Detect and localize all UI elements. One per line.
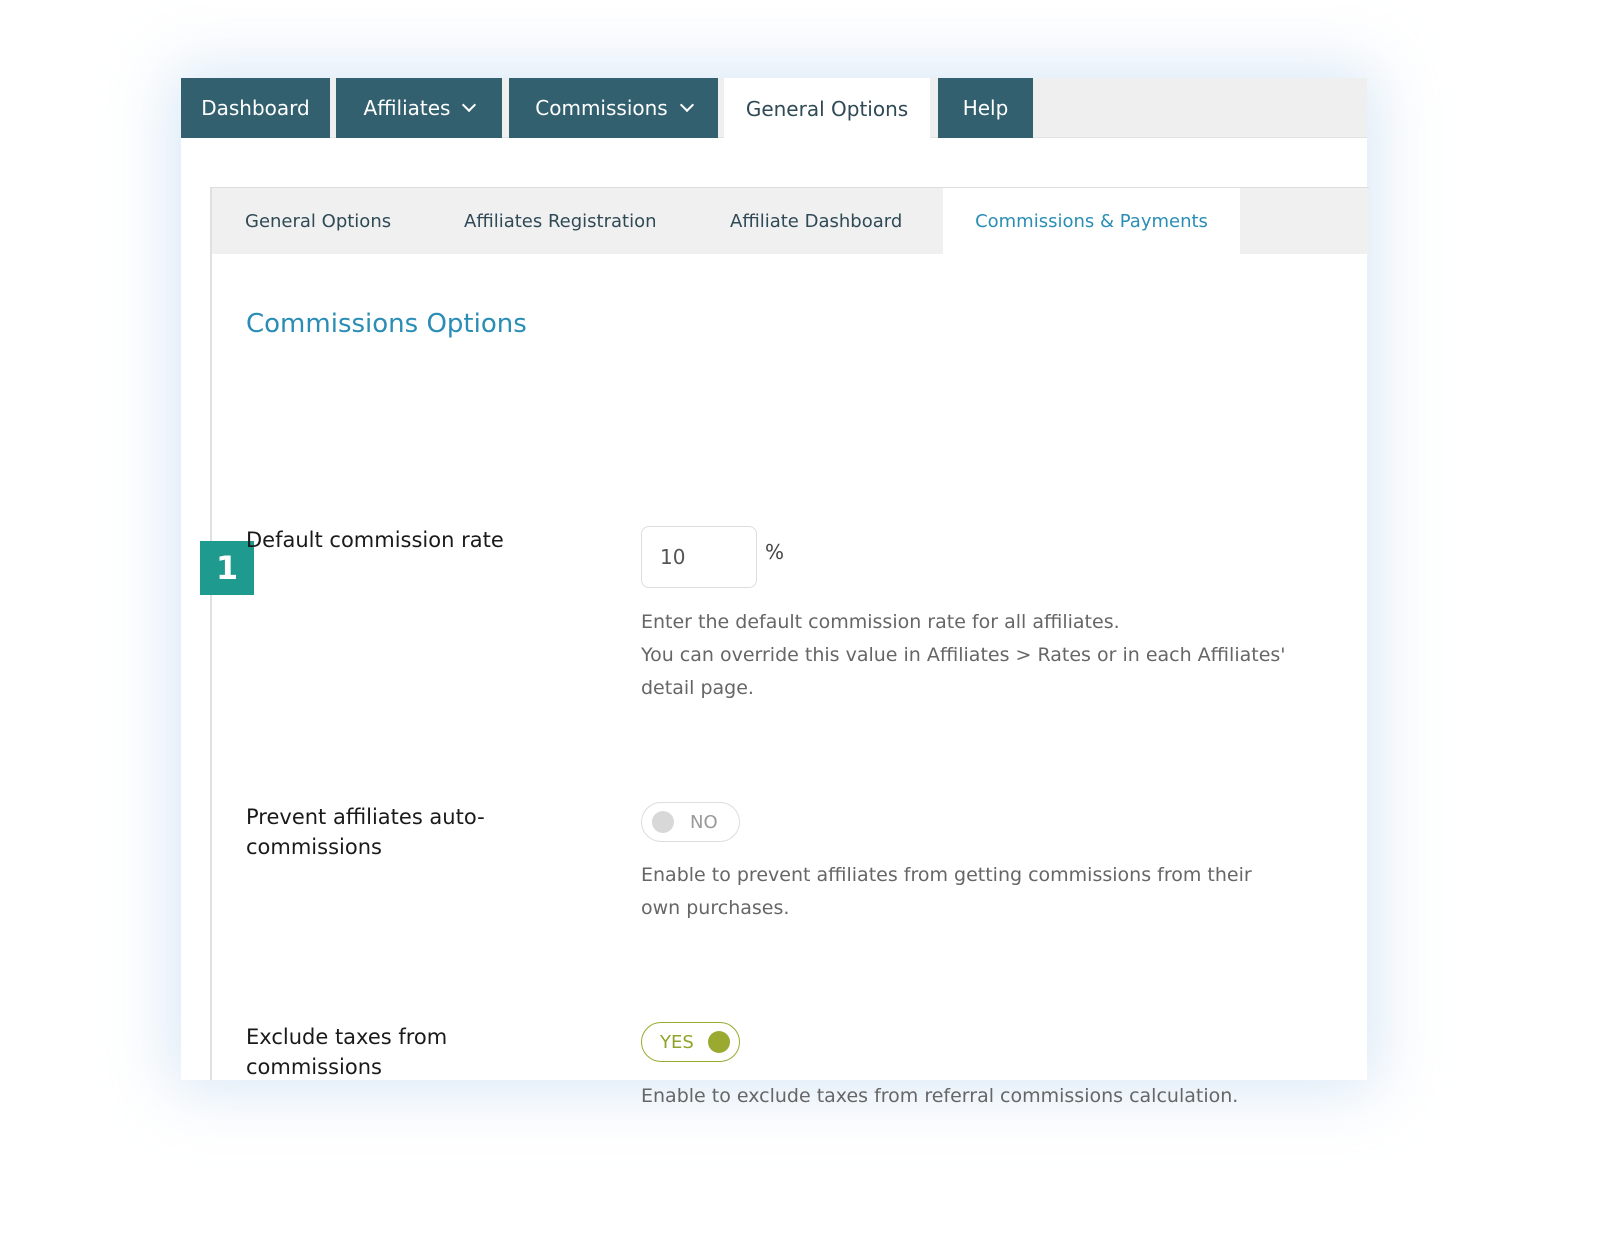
sub-nav: General Options Affiliates Registration … <box>212 187 1369 255</box>
rate-desc-line: You can override this value in Affiliate… <box>641 644 1286 699</box>
taxes-description: Enable to exclude taxes from referral co… <box>641 1085 1239 1107</box>
subtab-label: Affiliate Dashboard <box>730 211 903 232</box>
tab-dashboard[interactable]: Dashboard <box>181 78 330 138</box>
taxes-label: Exclude taxes from commissions <box>246 1025 448 1079</box>
subtab-label: General Options <box>245 211 392 232</box>
toggle-knob <box>707 1031 730 1053</box>
subtab-label: Affiliates Registration <box>464 211 657 232</box>
toggle-knob <box>652 811 674 833</box>
tab-label: Dashboard <box>201 96 310 120</box>
percent-unit: % <box>765 540 785 564</box>
subtab-affiliates-registration[interactable]: Affiliates Registration <box>464 188 657 255</box>
tab-general-options[interactable]: General Options <box>724 78 930 139</box>
toggle-label: NO <box>690 811 718 833</box>
prevent-description: Enable to prevent affiliates from gettin… <box>641 864 1252 919</box>
exclude-taxes-toggle[interactable]: YES <box>641 1022 740 1062</box>
subtab-general-options[interactable]: General Options <box>245 188 391 255</box>
prevent-label: Prevent affiliates auto-commissions <box>246 805 485 859</box>
chevron-down-icon <box>679 97 694 113</box>
tab-label: General Options <box>745 96 909 121</box>
subtab-affiliate-dashboard[interactable]: Affiliate Dashboard <box>730 188 902 255</box>
commission-rate-input[interactable]: 10 <box>641 526 757 588</box>
rate-desc-line: Enter the default commission rate for al… <box>641 611 1120 633</box>
options-panel: General Options Affiliates Registration … <box>200 187 1369 1107</box>
top-nav: Dashboard Affiliates Commissions General… <box>181 78 1367 139</box>
rate-label: Default commission rate <box>246 528 504 552</box>
settings-card: Dashboard Affiliates Commissions General… <box>181 78 1369 1107</box>
prevent-auto-commissions-toggle[interactable]: NO <box>641 802 740 842</box>
section-title: Commissions Options <box>246 309 527 339</box>
chevron-down-icon <box>462 97 477 113</box>
rate-description: Enter the default commission rate for al… <box>641 606 1291 705</box>
tab-affiliates[interactable]: Affiliates <box>336 78 502 138</box>
tab-help[interactable]: Help <box>938 78 1033 138</box>
tab-label: Commissions <box>535 96 668 120</box>
tab-commissions[interactable]: Commissions <box>509 78 718 138</box>
tab-label: Help <box>962 96 1009 120</box>
tab-label: Affiliates <box>363 96 451 120</box>
subtab-label: Commissions & Payments <box>975 211 1208 232</box>
subtab-commissions-payments[interactable]: Commissions & Payments <box>943 188 1240 255</box>
toggle-label: YES <box>660 1031 694 1053</box>
rate-field: 10% <box>641 526 784 588</box>
